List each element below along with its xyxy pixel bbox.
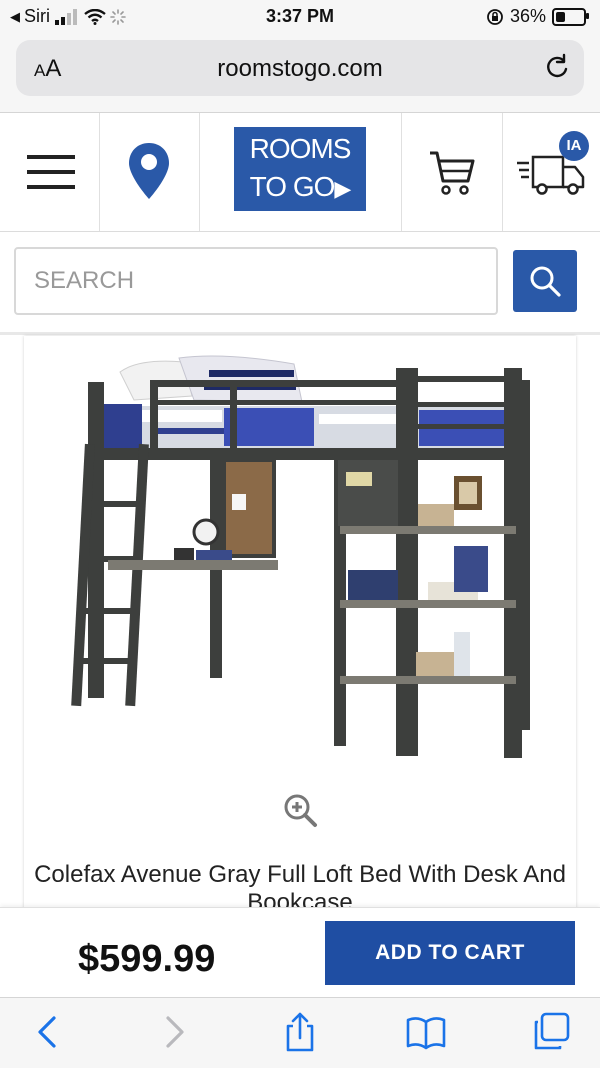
battery-icon xyxy=(552,7,589,26)
hamburger-menu-icon xyxy=(27,155,75,189)
url-text[interactable]: roomstogo.com xyxy=(16,55,584,83)
address-bar[interactable]: AA roomstogo.com xyxy=(16,40,584,96)
delivery-button[interactable] xyxy=(501,113,600,231)
product-card: Colefax Avenue Gray Full Loft Bed With D… xyxy=(24,336,576,916)
site-header: ROOMS TO GO▶ xyxy=(0,113,600,232)
desk-clock xyxy=(192,518,220,546)
browser-address-area: AA roomstogo.com xyxy=(0,34,600,113)
sticky-cart-bar: $599.99 ADD TO CART xyxy=(0,907,600,998)
shopping-cart-icon xyxy=(430,151,475,195)
logo-line1: ROOMS xyxy=(249,133,352,164)
status-bar: ◀ Siri 3:37 PM 36% xyxy=(0,0,600,34)
search-button[interactable] xyxy=(513,250,577,312)
menu-button[interactable] xyxy=(0,113,100,231)
product-price: $599.99 xyxy=(78,938,216,980)
search-input[interactable] xyxy=(14,247,498,315)
reload-icon[interactable] xyxy=(542,52,572,82)
chevron-right-icon[interactable] xyxy=(152,1010,196,1054)
orientation-lock-icon xyxy=(487,8,503,25)
logo-line2: TO GO▶ xyxy=(234,171,366,203)
book-icon[interactable] xyxy=(404,1010,448,1054)
battery-fill xyxy=(556,11,565,22)
share-icon[interactable] xyxy=(278,1010,322,1054)
search-row xyxy=(0,232,600,335)
tabs-icon[interactable] xyxy=(530,1010,574,1054)
cart-button[interactable] xyxy=(401,113,503,231)
store-locator-button[interactable] xyxy=(99,113,200,231)
chevron-left-icon[interactable] xyxy=(26,1010,70,1054)
corkboard xyxy=(222,458,276,558)
status-bar-right: 36% xyxy=(486,6,589,27)
product-image[interactable] xyxy=(24,336,576,776)
add-to-cart-button[interactable]: ADD TO CART xyxy=(325,921,575,985)
bookcase xyxy=(338,460,516,684)
account-avatar-badge[interactable]: IA xyxy=(559,131,589,161)
search-icon xyxy=(530,266,561,297)
map-pin-icon xyxy=(129,143,169,199)
battery-percent: 36% xyxy=(509,6,546,26)
logo-line2-text: TO GO xyxy=(249,171,336,202)
rooms-to-go-logo[interactable]: ROOMS TO GO▶ xyxy=(234,127,366,211)
pillow-striped xyxy=(178,355,303,403)
desk-surface xyxy=(108,560,278,570)
zoom-in-icon[interactable] xyxy=(282,792,318,828)
ladder xyxy=(71,443,149,707)
browser-toolbar xyxy=(0,997,600,1068)
logo-arrow-icon: ▶ xyxy=(334,176,351,201)
